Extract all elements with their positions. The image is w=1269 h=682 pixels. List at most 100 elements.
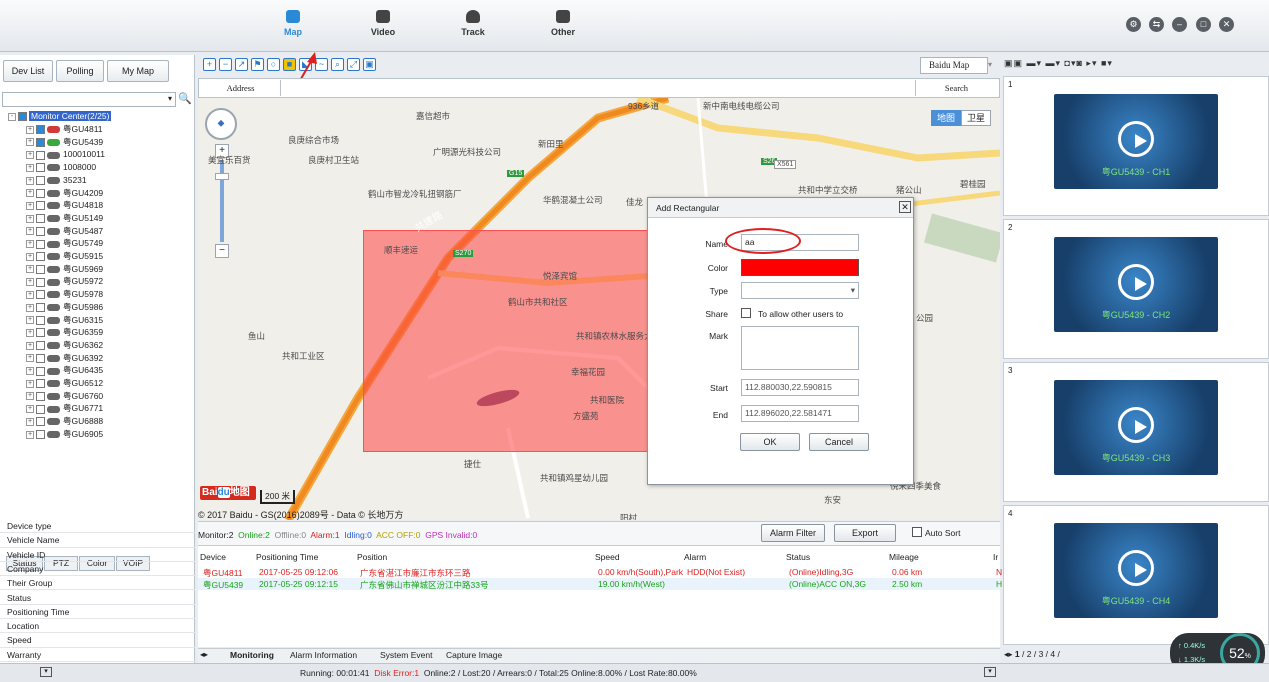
column-header[interactable]: Position: [357, 552, 387, 562]
expand-icon[interactable]: +: [26, 328, 34, 337]
collapse-icon[interactable]: -: [8, 112, 16, 121]
checkbox[interactable]: [36, 239, 45, 249]
table-row[interactable]: 粤GU5439 2017-05-25 09:12:15 广东省佛山市禅城区汾江中路3…: [198, 578, 1008, 590]
expand-icon[interactable]: +: [26, 316, 34, 325]
tree-device-item[interactable]: + 粤GU4818: [26, 199, 103, 212]
video-cell[interactable]: 3 粤GU5439 - CH3: [1003, 362, 1269, 502]
column-header[interactable]: Device: [200, 552, 226, 562]
checkbox[interactable]: [36, 303, 45, 313]
expand-icon[interactable]: +: [26, 354, 34, 363]
checkbox[interactable]: [36, 353, 45, 363]
checkbox[interactable]: [36, 201, 45, 211]
checkbox[interactable]: [36, 290, 45, 300]
tree-device-item[interactable]: + 粤GU5972: [26, 275, 103, 288]
video-toolbar[interactable]: ▣▣ ▬▾ ▬▾ ◘▾◙ ▸▾ ■▾: [1004, 58, 1268, 74]
checkbox[interactable]: [36, 137, 45, 147]
tree-device-item[interactable]: + 粤GU5915: [26, 250, 103, 263]
tree-device-item[interactable]: + 粤GU6888: [26, 415, 103, 428]
minimize-icon[interactable]: –: [1172, 17, 1187, 32]
cancel-button[interactable]: Cancel: [809, 433, 869, 451]
expand-icon[interactable]: +: [26, 430, 34, 439]
switch-icon[interactable]: ⇆: [1149, 17, 1164, 32]
maximize-icon[interactable]: □: [1196, 17, 1211, 32]
checkbox[interactable]: [36, 391, 45, 401]
tab-polling[interactable]: Polling: [56, 60, 104, 82]
address-input[interactable]: [283, 80, 913, 96]
expand-icon[interactable]: +: [26, 138, 34, 147]
save-icon[interactable]: ▣: [363, 58, 376, 71]
expand-icon[interactable]: +: [26, 189, 34, 198]
expand-icon[interactable]: +: [26, 214, 34, 223]
tree-device-item[interactable]: + 粤GU5978: [26, 288, 103, 301]
tab-alarm-information[interactable]: Alarm Information: [290, 650, 357, 660]
expand-icon[interactable]: +: [26, 176, 34, 185]
expand-icon[interactable]: +: [26, 151, 34, 160]
video-cell[interactable]: 4 粤GU5439 - CH4: [1003, 505, 1269, 645]
column-header[interactable]: Status: [786, 552, 810, 562]
auto-sort-checkbox[interactable]: [912, 527, 922, 537]
checkbox[interactable]: [36, 125, 45, 135]
zoom-in-icon[interactable]: +: [203, 58, 216, 71]
checkbox[interactable]: [36, 315, 45, 325]
tree-device-item[interactable]: + 粤GU6512: [26, 377, 103, 390]
checkbox[interactable]: [36, 366, 45, 376]
tab-system-event[interactable]: System Event: [380, 650, 432, 660]
expand-icon[interactable]: +: [26, 290, 34, 299]
tree-device-item[interactable]: + 粤GU5439: [26, 136, 103, 149]
video-page-3[interactable]: 3: [1039, 649, 1044, 659]
device-search-input[interactable]: ▾: [2, 92, 176, 107]
tab-monitoring[interactable]: Monitoring: [230, 650, 274, 660]
nav-track-button[interactable]: Track: [443, 10, 503, 37]
video-cell[interactable]: 1 粤GU5439 - CH1: [1003, 76, 1269, 216]
checkbox[interactable]: [36, 252, 45, 262]
column-header[interactable]: Positioning Time: [256, 552, 318, 562]
tree-device-item[interactable]: + 粤GU6905: [26, 428, 103, 441]
expand-icon[interactable]: +: [26, 341, 34, 350]
tree-device-item[interactable]: + 粤GU6362: [26, 339, 103, 352]
map-type-satellite-button[interactable]: 卫星: [961, 110, 991, 126]
tree-device-item[interactable]: + 粤GU5149: [26, 212, 103, 225]
expand-icon[interactable]: +: [26, 125, 34, 134]
end-field[interactable]: 112.896020,22.581471: [741, 405, 859, 422]
dropdown-arrow-icon[interactable]: ▾: [988, 60, 992, 69]
map-type-map-button[interactable]: 地图: [931, 110, 961, 126]
type-select[interactable]: ▾: [741, 282, 859, 299]
tree-device-item[interactable]: + 粤GU5969: [26, 263, 103, 276]
tab-scroll-arrows[interactable]: ◂▸: [1004, 649, 1015, 659]
map-provider-select[interactable]: Baidu Map: [920, 57, 988, 74]
tree-device-item[interactable]: + 粤GU5487: [26, 225, 103, 238]
tree-device-item[interactable]: + 粤GU5749: [26, 237, 103, 250]
color-picker[interactable]: [741, 259, 859, 276]
settings-icon[interactable]: ⚙: [1126, 17, 1141, 32]
close-icon[interactable]: ✕: [1219, 17, 1234, 32]
alarm-filter-button[interactable]: Alarm Filter: [761, 524, 825, 542]
expand-icon[interactable]: +: [26, 278, 34, 287]
play-icon[interactable]: [1118, 264, 1154, 300]
pan-control[interactable]: ⬥: [205, 108, 237, 140]
checkbox[interactable]: [36, 226, 45, 236]
fullscreen-icon[interactable]: ⤢: [347, 58, 360, 71]
expand-icon[interactable]: +: [26, 367, 34, 376]
measure-icon[interactable]: ↗: [235, 58, 248, 71]
address-search-button[interactable]: Search: [915, 80, 997, 96]
column-header[interactable]: Alarm: [684, 552, 706, 562]
expand-icon[interactable]: +: [26, 201, 34, 210]
tab-capture-image[interactable]: Capture Image: [446, 650, 502, 660]
tree-device-item[interactable]: + 粤GU6359: [26, 326, 103, 339]
checkbox[interactable]: [36, 264, 45, 274]
checkbox[interactable]: [36, 214, 45, 224]
nav-map-button[interactable]: Map: [263, 10, 323, 37]
expand-icon[interactable]: +: [26, 379, 34, 388]
expand-icon[interactable]: +: [26, 252, 34, 261]
checkbox[interactable]: [36, 188, 45, 198]
tree-device-item[interactable]: + 粤GU6435: [26, 364, 103, 377]
column-header[interactable]: Speed: [595, 552, 620, 562]
checkbox[interactable]: [18, 112, 27, 122]
checkbox[interactable]: [36, 328, 45, 338]
dropdown-arrow-icon[interactable]: ▾: [168, 94, 172, 103]
tree-device-item[interactable]: + 粤GU4209: [26, 187, 103, 200]
search-area-icon[interactable]: ⌕: [331, 58, 344, 71]
checkbox[interactable]: [36, 150, 45, 160]
column-header[interactable]: Ir: [993, 552, 998, 562]
expand-icon[interactable]: +: [26, 417, 34, 426]
